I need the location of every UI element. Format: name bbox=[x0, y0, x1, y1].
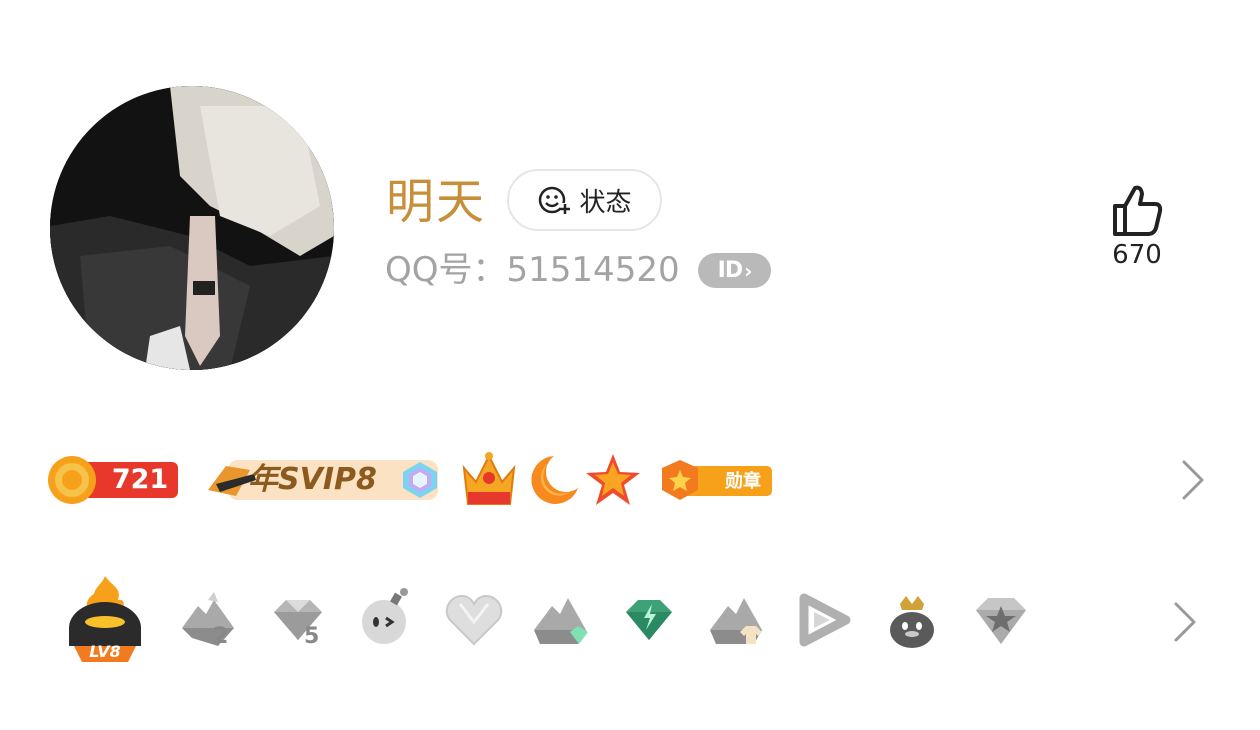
gem-mountain-icon bbox=[534, 598, 588, 644]
star-icon bbox=[586, 454, 640, 505]
crown-penguin-icon bbox=[890, 596, 934, 648]
green-gem-icon bbox=[626, 600, 672, 640]
medal-label: 勋章 bbox=[725, 471, 761, 492]
qq-number: 51514520 bbox=[506, 250, 680, 290]
level-icons-row[interactable]: LV8 2 5 bbox=[60, 572, 1210, 672]
like-count: 670 bbox=[1112, 240, 1162, 270]
like-button[interactable]: 670 bbox=[1105, 182, 1169, 270]
vip-badges-row[interactable]: 721 年SVIP8 勋章 bbox=[48, 448, 1208, 512]
chevron-right-icon[interactable] bbox=[1178, 456, 1208, 504]
moon-icon bbox=[531, 456, 578, 504]
mountain-count: 2 bbox=[213, 624, 229, 649]
profile-name: 明天 bbox=[386, 174, 487, 230]
thumbs-up-icon bbox=[1113, 185, 1163, 236]
profile-avatar[interactable] bbox=[50, 86, 334, 370]
diamond-icon bbox=[403, 462, 437, 498]
qq-number-row: QQ号：51514520 bbox=[385, 248, 680, 292]
emoji-plus-icon bbox=[539, 186, 571, 214]
level-label: LV8 bbox=[89, 642, 121, 661]
status-button[interactable]: 状态 bbox=[507, 169, 662, 231]
diamond-star-icon bbox=[976, 598, 1026, 644]
chevron-right-icon: › bbox=[744, 258, 752, 283]
play-icon bbox=[799, 593, 851, 647]
id-label: ID bbox=[717, 258, 743, 283]
heart-icon bbox=[445, 594, 503, 646]
bomb-icon bbox=[362, 588, 408, 644]
mountain-icon bbox=[182, 592, 234, 646]
chevron-right-icon[interactable] bbox=[1170, 598, 1200, 646]
status-label: 状态 bbox=[579, 187, 632, 218]
mountain-shirt-icon bbox=[710, 598, 762, 644]
coin-count: 721 bbox=[111, 464, 169, 495]
svip-label: 年SVIP8 bbox=[248, 462, 377, 497]
gem-count: 5 bbox=[304, 624, 320, 649]
crown-icon bbox=[462, 452, 516, 505]
id-badge[interactable]: ID › bbox=[698, 253, 771, 288]
qq-label: QQ号： bbox=[385, 250, 507, 290]
